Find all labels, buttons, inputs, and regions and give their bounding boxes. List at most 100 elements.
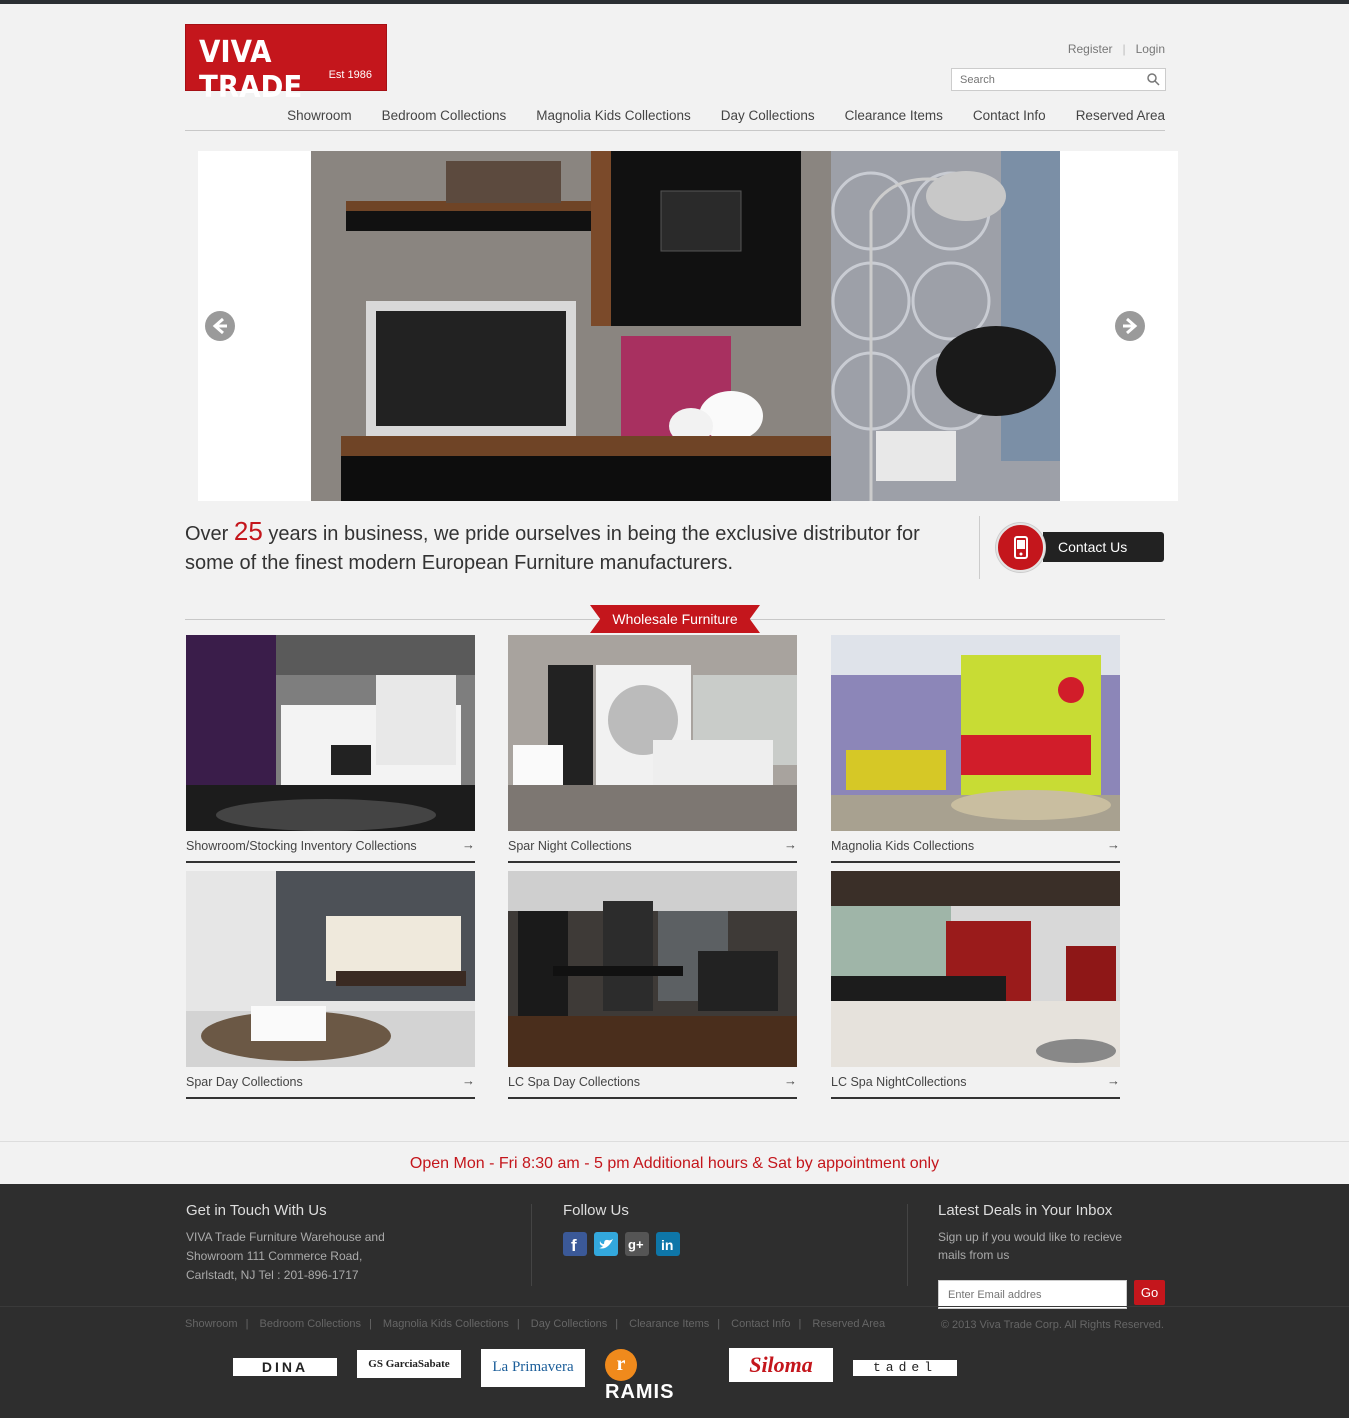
nav-magnolia-kids[interactable]: Magnolia Kids Collections — [536, 100, 691, 130]
collection-caption[interactable]: LC Spa NightCollections — [831, 1075, 967, 1089]
collection-caption[interactable]: LC Spa Day Collections — [508, 1075, 640, 1089]
collection-card[interactable]: Magnolia Kids Collections → — [831, 635, 1120, 867]
svg-text:g+: g+ — [628, 1237, 644, 1252]
hero-slider — [198, 151, 1178, 501]
nav-reserved-area[interactable]: Reserved Area — [1076, 100, 1165, 130]
nav-contact-info[interactable]: Contact Info — [973, 100, 1046, 130]
collection-caption[interactable]: Spar Day Collections — [186, 1075, 303, 1089]
footer-nav-contact-info[interactable]: Contact Info — [731, 1318, 790, 1330]
top-bar — [0, 0, 1349, 4]
newsletter-email-input[interactable] — [938, 1280, 1127, 1309]
collection-card[interactable]: LC Spa NightCollections → — [831, 871, 1120, 1103]
newsletter-go-button[interactable]: Go — [1134, 1280, 1165, 1305]
arrow-right-icon — [1123, 317, 1138, 335]
tagline-over: Over — [185, 523, 229, 545]
arrow-right-icon[interactable]: → — [1107, 837, 1120, 852]
intro-divider — [979, 516, 980, 579]
card-underline — [831, 861, 1120, 863]
phone-icon[interactable] — [996, 523, 1045, 572]
brand-logo-siloma[interactable]: Siloma — [729, 1348, 833, 1382]
collection-image[interactable] — [831, 871, 1120, 1067]
slider-next-button[interactable] — [1115, 311, 1145, 341]
brand-logo-ramis[interactable]: RAMIS — [605, 1381, 674, 1404]
arrow-right-icon[interactable]: → — [1107, 1073, 1120, 1088]
footer-deals-line-2: mails from us — [938, 1248, 1010, 1262]
arrow-right-icon[interactable]: → — [462, 1073, 475, 1088]
collection-image[interactable] — [508, 635, 797, 831]
collection-caption[interactable]: Showroom/Stocking Inventory Collections — [186, 839, 417, 853]
login-link[interactable]: Login — [1136, 42, 1165, 56]
ramis-r-icon: r — [605, 1349, 637, 1381]
contact-us-button[interactable]: Contact Us — [1043, 532, 1164, 562]
collection-caption[interactable]: Spar Night Collections — [508, 839, 632, 853]
footer-nav: Showroom | Bedroom Collections | Magnolia … — [185, 1318, 886, 1330]
arrow-right-icon[interactable]: → — [462, 837, 475, 852]
footer-deals-title: Latest Deals in Your Inbox — [938, 1202, 1113, 1219]
collection-image[interactable] — [186, 635, 475, 831]
google-plus-icon[interactable]: g+ — [625, 1232, 649, 1256]
arrow-left-icon — [212, 317, 227, 335]
card-underline — [508, 1097, 797, 1099]
footer-touch-line-3: Carlstadt, NJ Tel : 201-896-1717 — [186, 1268, 359, 1282]
arrow-right-icon[interactable]: → — [784, 837, 797, 852]
collection-card[interactable]: Showroom/Stocking Inventory Collections … — [186, 635, 475, 867]
collection-card[interactable]: Spar Day Collections → — [186, 871, 475, 1103]
copyright: © 2013 Viva Trade Corp. All Rights Reser… — [940, 1319, 1164, 1331]
footer-touch-title: Get in Touch With Us — [186, 1202, 327, 1219]
footer: Get in Touch With Us VIVA Trade Furnitur… — [0, 1184, 1349, 1418]
nav-bedroom-collections[interactable]: Bedroom Collections — [382, 100, 507, 130]
footer-nav-bedroom-collections[interactable]: Bedroom Collections — [260, 1318, 362, 1330]
footer-touch-line-2: Showroom 111 Commerce Road, — [186, 1249, 363, 1263]
card-underline — [508, 861, 797, 863]
footer-nav-showroom[interactable]: Showroom — [185, 1318, 238, 1330]
arrow-right-icon[interactable]: → — [784, 1073, 797, 1088]
social-links: f g+ in — [563, 1232, 680, 1256]
card-underline — [831, 1097, 1120, 1099]
collection-image[interactable] — [186, 871, 475, 1067]
hero-slide-image — [311, 151, 1060, 501]
opening-hours: Open Mon - Fri 8:30 am - 5 pm Additional… — [0, 1141, 1349, 1184]
search-input[interactable] — [952, 69, 1132, 90]
account-links: Register | Login — [1067, 42, 1165, 56]
twitter-icon[interactable] — [594, 1232, 618, 1256]
footer-nav-clearance-items[interactable]: Clearance Items — [629, 1318, 709, 1330]
brand-logo-laprimavera[interactable]: La Primavera — [481, 1349, 585, 1387]
site-logo[interactable]: VIVA TRADE Est 1986 — [185, 24, 387, 105]
brand-logo-tadel[interactable]: tadel — [853, 1360, 957, 1376]
section-ribbon: Wholesale Furniture — [590, 605, 760, 633]
search-box — [951, 68, 1166, 91]
tagline-years: 25 — [233, 516, 263, 546]
svg-text:in: in — [661, 1237, 673, 1253]
footer-touch-line-1: VIVA Trade Furniture Warehouse and — [186, 1230, 385, 1244]
footer-follow-title: Follow Us — [563, 1202, 629, 1219]
svg-text:f: f — [571, 1236, 577, 1255]
main-nav: Showroom Bedroom Collections Magnolia Ki… — [185, 100, 1165, 131]
facebook-icon[interactable]: f — [563, 1232, 587, 1256]
collection-card[interactable]: Spar Night Collections → — [508, 635, 797, 867]
footer-deals-line-1: Sign up if you would like to recieve — [938, 1230, 1123, 1244]
footer-nav-magnolia-kids[interactable]: Magnolia Kids Collections — [383, 1318, 509, 1330]
collection-caption[interactable]: Magnolia Kids Collections — [831, 839, 974, 853]
brand-logo-garciasabate[interactable]: GS GarciaSabate — [357, 1350, 461, 1378]
slider-prev-button[interactable] — [205, 311, 235, 341]
card-underline — [186, 1097, 475, 1099]
footer-rule — [0, 1306, 1349, 1307]
search-icon[interactable] — [1146, 72, 1160, 86]
nav-clearance-items[interactable]: Clearance Items — [845, 100, 943, 130]
brand-logo-dina[interactable]: DINA — [233, 1358, 337, 1376]
register-link[interactable]: Register — [1068, 42, 1113, 56]
card-underline — [186, 861, 475, 863]
footer-divider — [531, 1204, 532, 1286]
linkedin-icon[interactable]: in — [656, 1232, 680, 1256]
collection-image[interactable] — [508, 871, 797, 1067]
collection-card[interactable]: LC Spa Day Collections → — [508, 871, 797, 1103]
tagline-rest: years in business, we pride ourselves in… — [185, 523, 920, 574]
footer-divider — [907, 1204, 908, 1286]
footer-nav-day-collections[interactable]: Day Collections — [531, 1318, 607, 1330]
footer-nav-reserved-area[interactable]: Reserved Area — [812, 1318, 885, 1330]
collection-image[interactable] — [831, 635, 1120, 831]
nav-day-collections[interactable]: Day Collections — [721, 100, 815, 130]
nav-showroom[interactable]: Showroom — [287, 100, 352, 130]
logo-est: Est 1986 — [328, 69, 372, 81]
intro-tagline: Over 25 years in business, we pride ours… — [185, 517, 965, 578]
